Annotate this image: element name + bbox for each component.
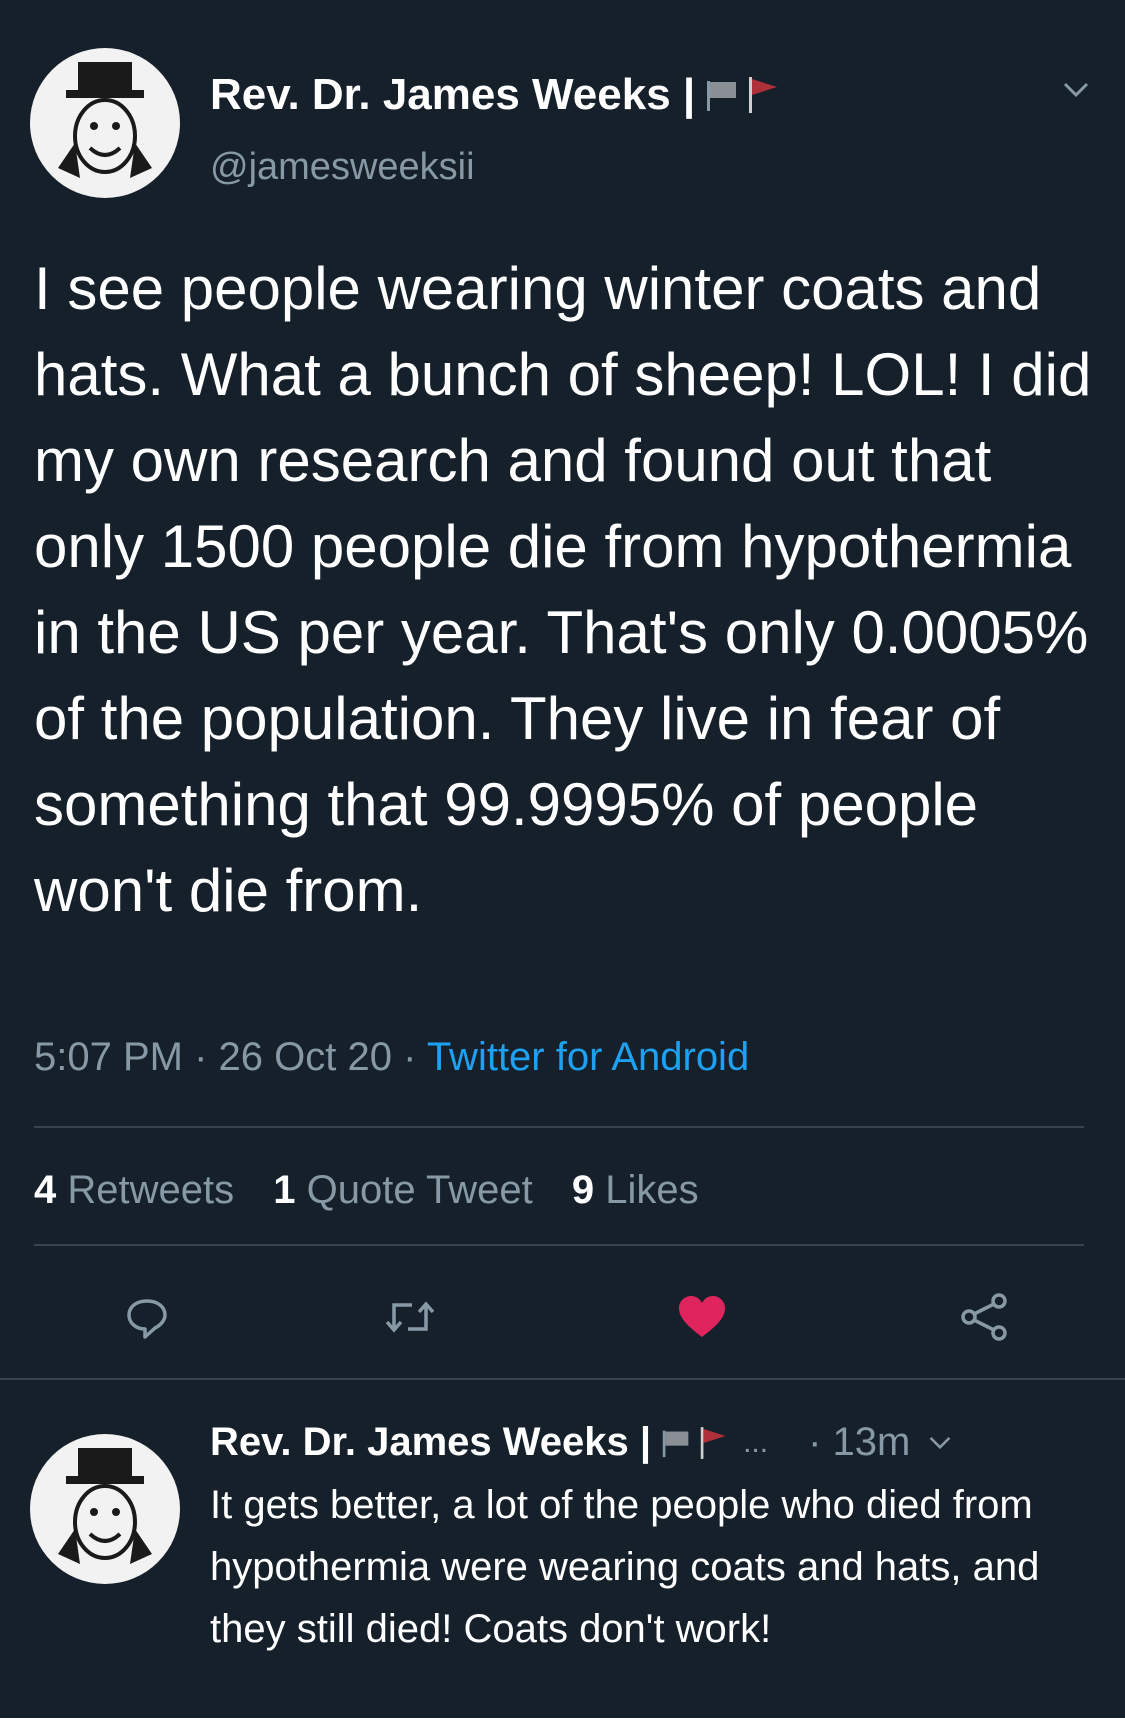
heart-icon (679, 1296, 725, 1337)
tweet-time: 5:07 PM (34, 1035, 183, 1079)
likes-count: 9 (571, 1168, 595, 1212)
retweets-count: 4 (34, 1168, 57, 1212)
tweet-date: 26 Oct 20 (218, 1035, 392, 1079)
avatar-image (58, 62, 152, 178)
tweet-actions (0, 1282, 1125, 1352)
divider (0, 1378, 1125, 1380)
quotes-stat[interactable]: 1 Quote Tweet (273, 1168, 532, 1212)
share-icon (961, 1293, 1007, 1341)
flag-emojis (661, 1425, 729, 1461)
author-name[interactable]: Rev. Dr. James Weeks | (210, 70, 695, 120)
author-avatar[interactable] (30, 48, 180, 198)
quotes-count: 1 (273, 1168, 296, 1212)
likes-stat[interactable]: 9 Likes (572, 1168, 699, 1212)
quotes-label: Quote Tweet (306, 1168, 533, 1212)
divider (34, 1126, 1084, 1128)
author-handle[interactable]: @jamesweeksii (210, 146, 475, 189)
tweet-stats: 4 Retweets 1 Quote Tweet 9 Likes (34, 1168, 727, 1213)
tweet-source-link[interactable]: Twitter for Android (427, 1035, 749, 1079)
divider (34, 1244, 1084, 1246)
reply-menu-button[interactable] (928, 1434, 952, 1452)
like-button[interactable] (667, 1282, 737, 1352)
reply-time: · 13m (808, 1420, 911, 1464)
reply-button[interactable] (112, 1282, 182, 1352)
flag-emojis (705, 75, 781, 115)
retweets-stat[interactable]: 4 Retweets (34, 1168, 234, 1212)
white-flag-icon (707, 81, 737, 111)
meta-separator: · (403, 1035, 417, 1079)
tweet-meta: 5:07 PM · 26 Oct 20 · Twitter for Androi… (34, 1035, 749, 1080)
chevron-down-icon (1063, 82, 1089, 98)
retweet-icon (385, 1301, 435, 1333)
reply-header: Rev. Dr. James Weeks | ... · 13m (210, 1420, 952, 1465)
reply-author-avatar[interactable] (30, 1434, 180, 1584)
likes-label: Likes (605, 1168, 699, 1212)
share-button[interactable] (950, 1282, 1020, 1352)
tweet-text: I see people wearing winter coats and ha… (34, 255, 1092, 924)
chevron-down-icon (930, 1436, 951, 1449)
red-flag-icon (749, 77, 778, 113)
tweet-menu-button[interactable] (1062, 80, 1090, 105)
white-flag-icon (662, 1430, 689, 1457)
reply-icon (127, 1299, 167, 1339)
reply-author-name[interactable]: Rev. Dr. James Weeks | (210, 1420, 651, 1465)
meta-separator: · (194, 1035, 208, 1079)
retweet-button[interactable] (375, 1282, 445, 1352)
bottom-border (0, 1718, 1125, 1732)
reply-ellipsis: ... (743, 1425, 769, 1459)
avatar-image (58, 1448, 152, 1564)
retweets-label: Retweets (67, 1168, 235, 1212)
author-name-row: Rev. Dr. James Weeks | (210, 70, 781, 120)
reply-text: It gets better, a lot of the people who … (210, 1483, 1040, 1651)
red-flag-icon (700, 1426, 726, 1459)
